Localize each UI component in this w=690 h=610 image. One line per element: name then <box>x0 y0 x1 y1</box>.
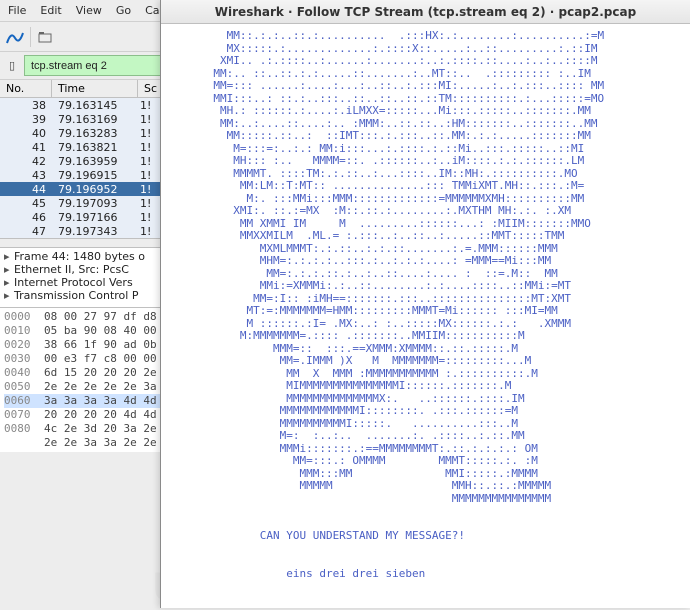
menu-view[interactable]: View <box>76 4 102 17</box>
packet-no: 40 <box>0 127 52 140</box>
packet-time: 79.163959 <box>52 155 138 168</box>
packet-time: 79.197093 <box>52 197 138 210</box>
wireshark-logo-icon <box>6 28 24 46</box>
toolbar-separator <box>30 27 31 47</box>
follow-window-title: Wireshark · Follow TCP Stream (tcp.strea… <box>161 0 690 24</box>
hex-offset <box>4 436 44 450</box>
packet-no: 44 <box>0 183 52 196</box>
hex-offset: 0020 <box>4 338 44 352</box>
packet-time: 79.196952 <box>52 183 138 196</box>
packet-no: 45 <box>0 197 52 210</box>
menu-edit[interactable]: Edit <box>40 4 61 17</box>
expand-icon[interactable]: ▸ <box>4 289 14 302</box>
packet-time: 79.196915 <box>52 169 138 182</box>
packet-time: 79.197343 <box>52 225 138 238</box>
follow-stream-content[interactable]: MM::.:.:..::.:.......... .:::HX:.:......… <box>161 24 690 608</box>
open-icon[interactable] <box>37 29 53 45</box>
hex-offset: 0080 <box>4 422 44 436</box>
packet-no: 39 <box>0 113 52 126</box>
expand-icon[interactable]: ▸ <box>4 276 14 289</box>
hex-offset: 0060 <box>4 394 44 408</box>
hex-offset: 0000 <box>4 310 44 324</box>
packet-time: 79.163283 <box>52 127 138 140</box>
expand-icon[interactable]: ▸ <box>4 263 14 276</box>
hex-offset: 0050 <box>4 380 44 394</box>
packet-no: 43 <box>0 169 52 182</box>
packet-no: 42 <box>0 155 52 168</box>
hex-offset: 0040 <box>4 366 44 380</box>
packet-time: 79.163169 <box>52 113 138 126</box>
hex-offset: 0010 <box>4 324 44 338</box>
packet-no: 46 <box>0 211 52 224</box>
follow-tcp-stream-window: Wireshark · Follow TCP Stream (tcp.strea… <box>160 0 690 608</box>
menu-go[interactable]: Go <box>116 4 131 17</box>
hex-offset: 0030 <box>4 352 44 366</box>
menu-file[interactable]: File <box>8 4 26 17</box>
expand-icon[interactable]: ▸ <box>4 250 14 263</box>
hex-offset: 0070 <box>4 408 44 422</box>
packet-no: 41 <box>0 141 52 154</box>
packet-no: 47 <box>0 225 52 238</box>
packet-time: 79.163145 <box>52 99 138 112</box>
column-time[interactable]: Time <box>52 80 138 97</box>
column-no[interactable]: No. <box>0 80 52 97</box>
packet-time: 79.197166 <box>52 211 138 224</box>
packet-time: 79.163821 <box>52 141 138 154</box>
filter-bookmark-icon[interactable]: ▯ <box>4 58 20 74</box>
packet-no: 38 <box>0 99 52 112</box>
